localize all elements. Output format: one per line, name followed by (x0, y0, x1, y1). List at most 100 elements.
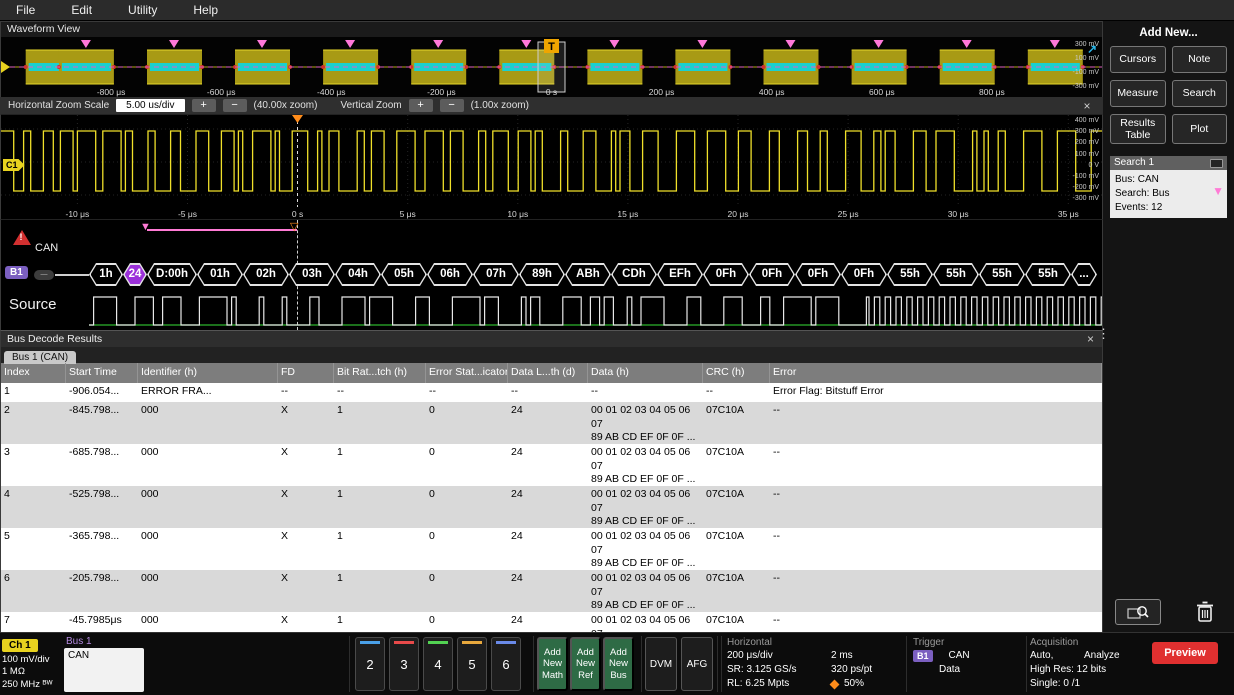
column-header-6[interactable]: Data L...th (d) (508, 363, 588, 383)
bus-decode-value[interactable]: 1h (89, 263, 123, 286)
channel-6-color-bar (496, 641, 516, 644)
channel-2-button[interactable]: 2 (355, 637, 385, 691)
horizontal-zoom-increase-button[interactable]: + (192, 99, 216, 112)
trigger-panel[interactable]: Trigger B1 CAN Data (913, 636, 1023, 677)
horizontal-zoom-decrease-button[interactable]: − (223, 99, 247, 112)
horizontal-position-icon (830, 679, 840, 689)
bus-decode-value[interactable]: CDh (611, 263, 657, 286)
pane-resize-handle[interactable]: ⋮ (1097, 326, 1110, 342)
zoom-waveform[interactable] (1, 115, 1102, 207)
bus-1-badge[interactable]: B1 (5, 266, 28, 279)
bus-decode-value[interactable]: 05h (381, 263, 427, 286)
table-row[interactable]: 2-845.798...000X102400 01 02 03 04 05 06… (1, 402, 1102, 444)
column-header-8[interactable]: CRC (h) (703, 363, 770, 383)
acquisition-panel[interactable]: Acquisition Auto, Analyze High Res: 12 b… (1030, 636, 1148, 691)
bus-decode-value[interactable]: ABh (565, 263, 611, 286)
add-new-bottom-buttons: Add New MathAdd New RefAdd New Bus (537, 637, 634, 691)
bus-decode-value[interactable]: 0Fh (795, 263, 841, 286)
table-cell: -- (426, 383, 508, 402)
table-row[interactable]: 4-525.798...000X102400 01 02 03 04 05 06… (1, 486, 1102, 528)
bus-decode-value[interactable]: 07h (473, 263, 519, 286)
afg-button[interactable]: AFG (681, 637, 713, 691)
plot-button[interactable]: Plot (1172, 114, 1228, 144)
table-row[interactable]: 1-906.054...ERROR FRA...------------Erro… (1, 383, 1102, 402)
bus-decode-value[interactable]: 02h (243, 263, 289, 286)
horizontal-title: Horizontal (727, 636, 907, 649)
measure-button[interactable]: Measure (1110, 80, 1166, 107)
zoom-tool-icon (1127, 604, 1149, 620)
overview-tick-label: -800 μs (97, 87, 126, 97)
column-header-4[interactable]: Bit Rat...tch (h) (334, 363, 426, 383)
table-row[interactable]: 3-685.798...000X102400 01 02 03 04 05 06… (1, 444, 1102, 486)
column-header-5[interactable]: Error Stat...icator (h) (426, 363, 508, 383)
channel-3-button[interactable]: 3 (389, 637, 419, 691)
menu-edit[interactable]: Edit (71, 3, 92, 17)
bus-decode-value[interactable]: EFh (657, 263, 703, 286)
results-title-bar: Bus Decode Results × (1, 331, 1102, 347)
zoom-waveform-area[interactable]: C1 -10 μs-5 μs0 s5 μs10 μs15 μs20 μs25 μ… (0, 114, 1103, 219)
menu-utility[interactable]: Utility (128, 3, 157, 17)
bus-decode-value[interactable]: 55h (1025, 263, 1071, 286)
add-new-ref-button[interactable]: Add New Ref (570, 637, 601, 691)
column-header-7[interactable]: Data (h) (588, 363, 703, 383)
results-table-button[interactable]: Results Table (1110, 114, 1166, 144)
menu-help[interactable]: Help (193, 3, 218, 17)
channel-4-button[interactable]: 4 (423, 637, 453, 691)
add-new-bus-button[interactable]: Add New Bus (603, 637, 634, 691)
horizontal-zoom-scale-value[interactable]: 5.00 us/div (116, 99, 184, 112)
bus-decode-value[interactable]: 03h (289, 263, 335, 286)
menu-file[interactable]: File (16, 3, 35, 17)
results-close-icon[interactable]: × (1087, 331, 1094, 347)
search-button[interactable]: Search (1172, 80, 1228, 107)
bus-decode-value[interactable]: ... (1071, 263, 1097, 286)
column-header-2[interactable]: Identifier (h) (138, 363, 278, 383)
channel-5-button[interactable]: 5 (457, 637, 487, 691)
vertical-zoom-decrease-button[interactable]: − (440, 99, 464, 112)
overview-waveform-area[interactable]: T↗ -800 μs-600 μs-400 μs-200 μs0 s200 μs… (0, 37, 1103, 97)
horizontal-panel[interactable]: Horizontal 200 μs/div 2 ms SR: 3.125 GS/… (727, 636, 907, 691)
column-header-3[interactable]: FD (278, 363, 334, 383)
table-row[interactable]: 6-205.798...000X102400 01 02 03 04 05 06… (1, 570, 1102, 612)
bus-decode-value[interactable]: 0Fh (749, 263, 795, 286)
table-row[interactable]: 5-365.798...000X102400 01 02 03 04 05 06… (1, 528, 1102, 570)
dvm-button[interactable]: DVM (645, 637, 677, 691)
bus-decode-value[interactable]: D:00h (147, 263, 197, 286)
table-cell: 24 (508, 486, 588, 528)
column-header-0[interactable]: Index (1, 363, 66, 383)
table-cell: 24 (508, 402, 588, 444)
bus-decode-value[interactable]: 89h (519, 263, 565, 286)
table-row[interactable]: 7-45.7985μs000X102400 01 02 03 04 05 06 … (1, 612, 1102, 633)
bus-1-panel-value: CAN (64, 648, 144, 692)
waveform-view-title: Waveform View (7, 23, 80, 35)
vertical-zoom-increase-button[interactable]: + (409, 99, 433, 112)
bus-decode-value[interactable]: 55h (933, 263, 979, 286)
bus-decode-text: 07h (473, 263, 519, 286)
note-button[interactable]: Note (1172, 46, 1228, 73)
bus-decode-value[interactable]: 55h (887, 263, 933, 286)
search-item-header[interactable]: Search 1 (1110, 156, 1227, 170)
results-body[interactable]: 1-906.054...ERROR FRA...------------Erro… (1, 383, 1102, 633)
bus-1-panel[interactable]: Bus 1 CAN (64, 635, 144, 693)
zoom-tool-button[interactable] (1115, 599, 1161, 625)
channel-1-panel[interactable]: Ch 1 100 mV/div1 MΩ250 MHz ᴮᵂ (2, 635, 62, 691)
cursors-button[interactable]: Cursors (1110, 46, 1166, 73)
delete-button[interactable] (1188, 598, 1222, 626)
zoom-close-icon[interactable]: × (1079, 99, 1095, 113)
bus-collapse-handle[interactable]: — (34, 270, 54, 280)
preview-button[interactable]: Preview (1152, 642, 1218, 664)
bus-decode-value[interactable]: 06h (427, 263, 473, 286)
column-header-9[interactable]: Error (770, 363, 1102, 383)
channel-1-badge[interactable]: Ch 1 (2, 639, 38, 652)
bus-decode-value[interactable]: 0Fh (841, 263, 887, 286)
bus-decode-value[interactable]: 55h (979, 263, 1025, 286)
bus-decode-value[interactable]: 04h (335, 263, 381, 286)
bus-decode-value[interactable]: 0Fh (703, 263, 749, 286)
add-new-math-button[interactable]: Add New Math (537, 637, 568, 691)
bus-decode-value[interactable]: 01h (197, 263, 243, 286)
source-waveform[interactable] (89, 292, 1102, 328)
column-header-1[interactable]: Start Time (66, 363, 138, 383)
channel-6-button[interactable]: 6 (491, 637, 521, 691)
search-result-item[interactable]: Search 1 Bus: CANSearch: BusEvents: 12▼ (1110, 156, 1227, 218)
table-cell: -365.798... (66, 528, 138, 570)
bus-decode-value[interactable]: 24 (123, 263, 147, 286)
